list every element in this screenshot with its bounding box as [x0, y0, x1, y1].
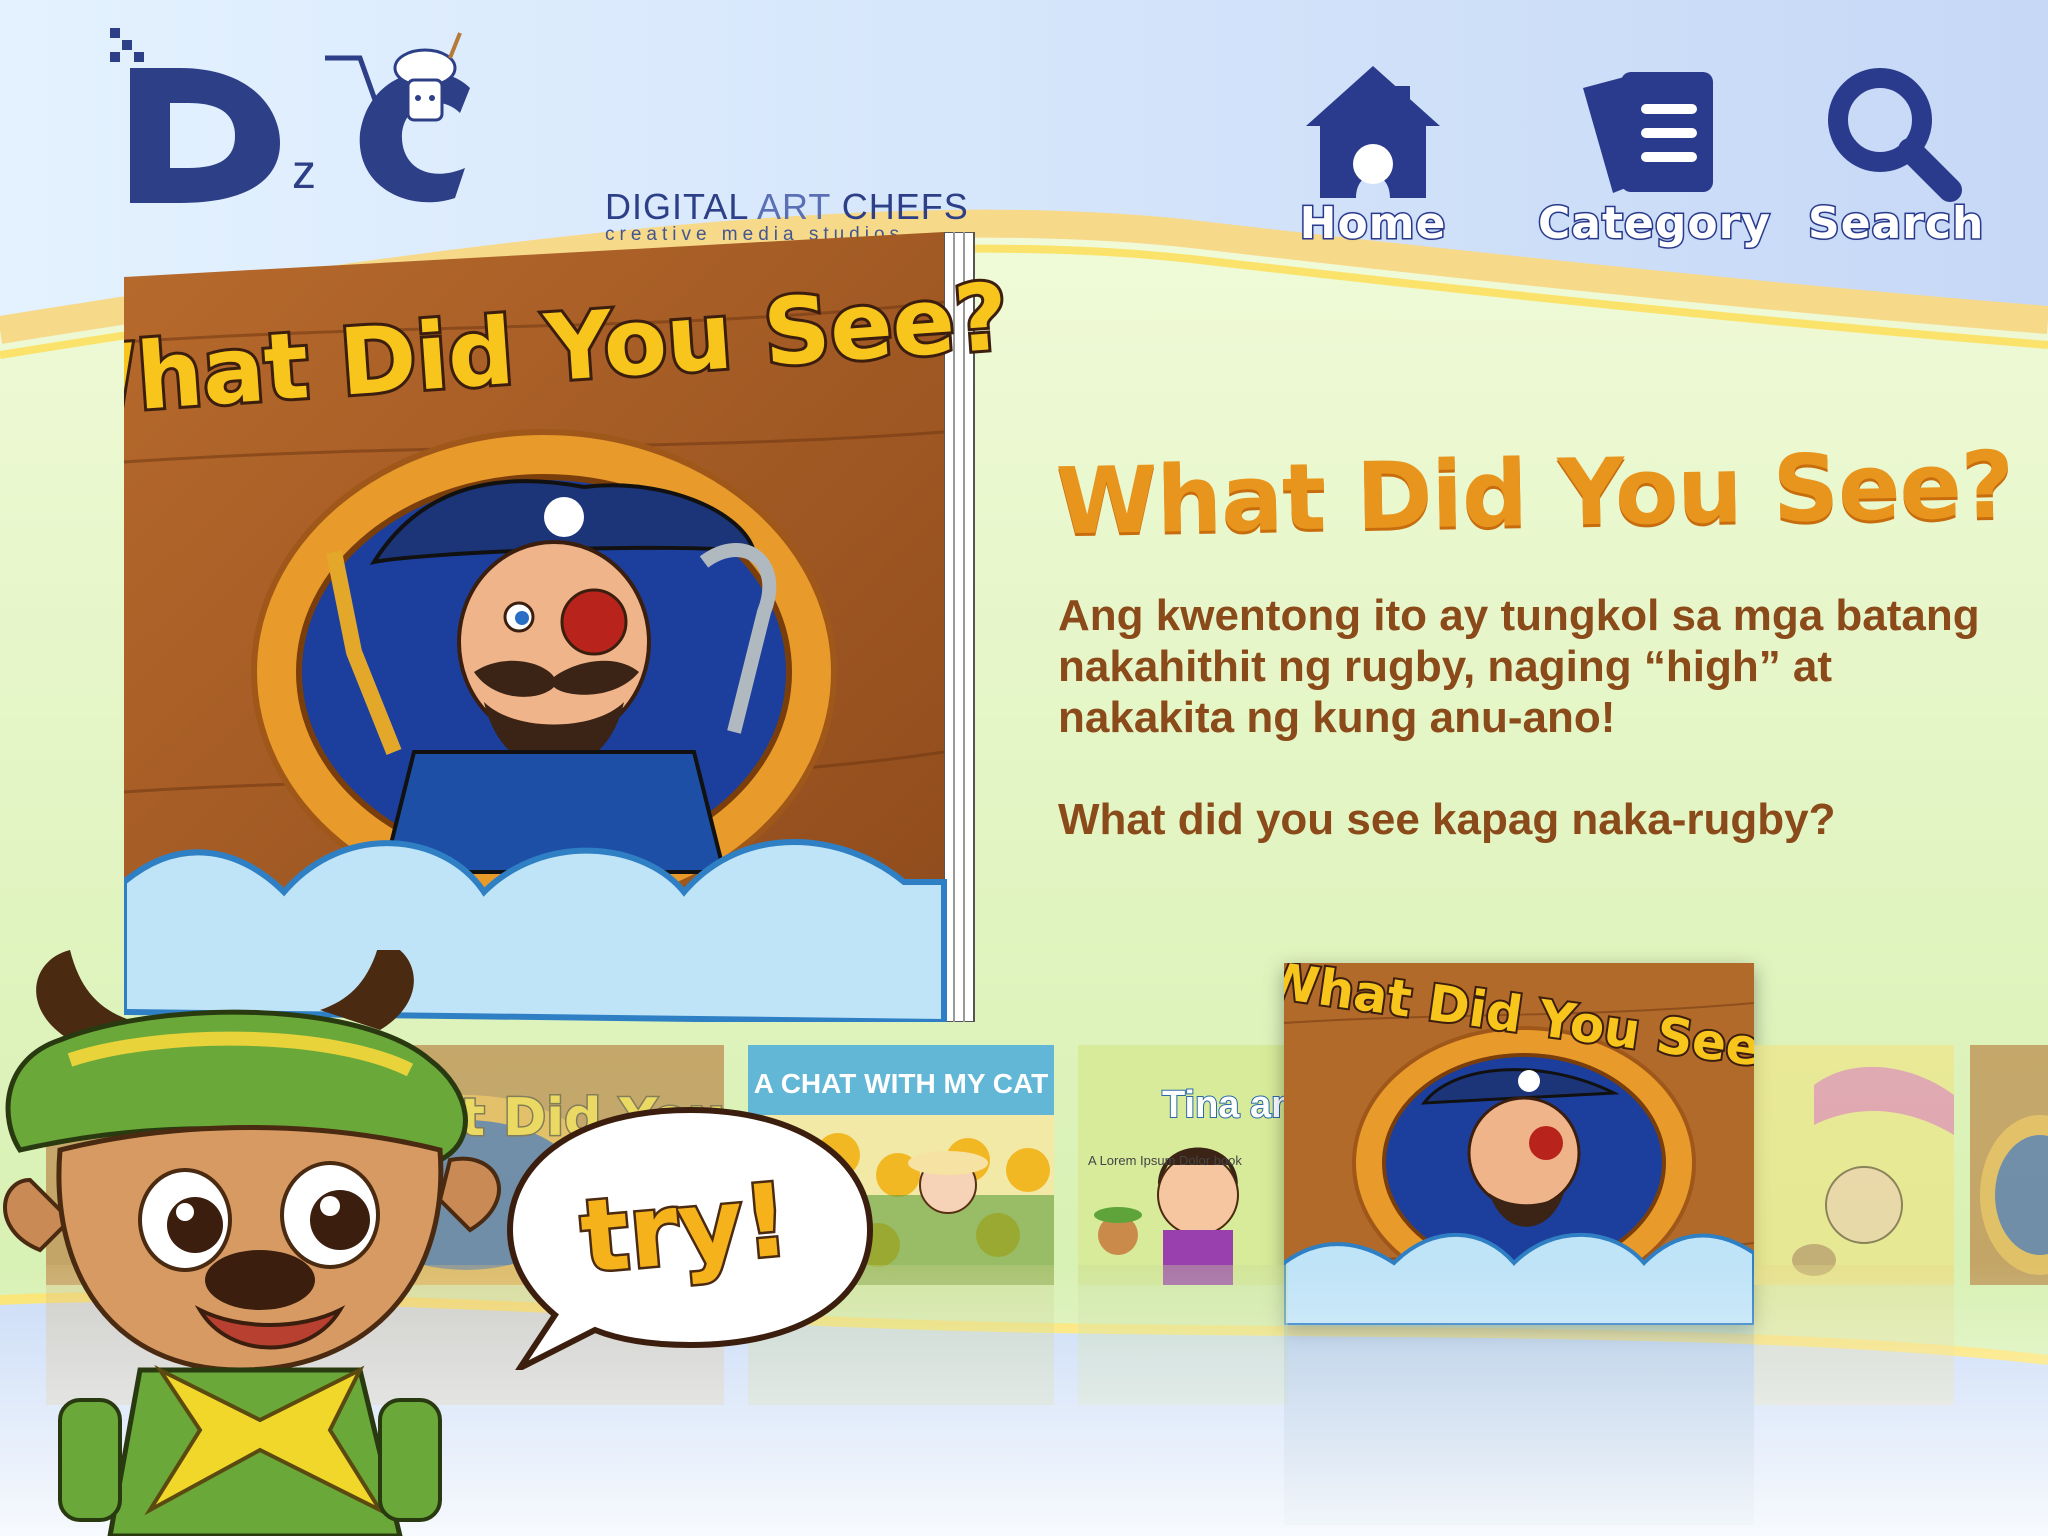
- book-title: What Did You See?: [1055, 431, 2015, 556]
- category-icon: [1583, 72, 1713, 193]
- thumb-5-art: [1754, 1045, 1954, 1285]
- description-question: What did you see kapag naka-rugby?: [1058, 795, 1836, 844]
- thumb-3-sub: A Lorem Ipsum Dolor book: [1088, 1153, 1242, 1168]
- mascot-character: [3, 950, 501, 1536]
- book-description: Ang kwentong ito ay tungkol sa mga batan…: [1058, 590, 1998, 845]
- logo-brand-light: ART: [757, 186, 842, 227]
- home-button[interactable]: Home: [1298, 58, 1448, 251]
- logo-brand-end: CHEFS: [841, 186, 969, 227]
- book-cover-hero[interactable]: What Did You See?: [124, 232, 1004, 1022]
- description-text: Ang kwentong ito ay tungkol sa mga batan…: [1058, 591, 1980, 742]
- thumb-2-title: A CHAT WITH MY CAT: [754, 1068, 1048, 1099]
- carousel-item-5[interactable]: [1754, 1045, 1954, 1285]
- carousel-item-6[interactable]: [1970, 1045, 2048, 1285]
- dac-logo-mark: z: [110, 28, 470, 203]
- try-label: try!: [574, 1159, 796, 1299]
- try-button[interactable]: try!: [500, 1100, 880, 1376]
- home-icon: [1306, 66, 1440, 198]
- search-label: Search: [1807, 197, 1985, 251]
- search-button[interactable]: Search: [1807, 58, 1985, 251]
- logo-brand-strong: DIGITAL: [605, 186, 758, 227]
- carousel-item-3[interactable]: Tina and Ju A Lorem Ipsum Dolor book: [1078, 1045, 1288, 1285]
- svg-text:z: z: [292, 146, 316, 199]
- thumb-3-title: Tina and Ju: [1162, 1084, 1288, 1126]
- thumb-6-art: [1970, 1045, 2048, 1285]
- company-logo: z DIGITAL ART CHEFS creative media studi…: [110, 28, 968, 245]
- home-label: Home: [1298, 197, 1447, 251]
- category-label: Category: [1537, 197, 1772, 251]
- thumb-3-art: Tina and Ju A Lorem Ipsum Dolor book: [1078, 1045, 1288, 1285]
- category-button[interactable]: Category: [1537, 58, 1772, 251]
- search-icon: [1828, 68, 1962, 202]
